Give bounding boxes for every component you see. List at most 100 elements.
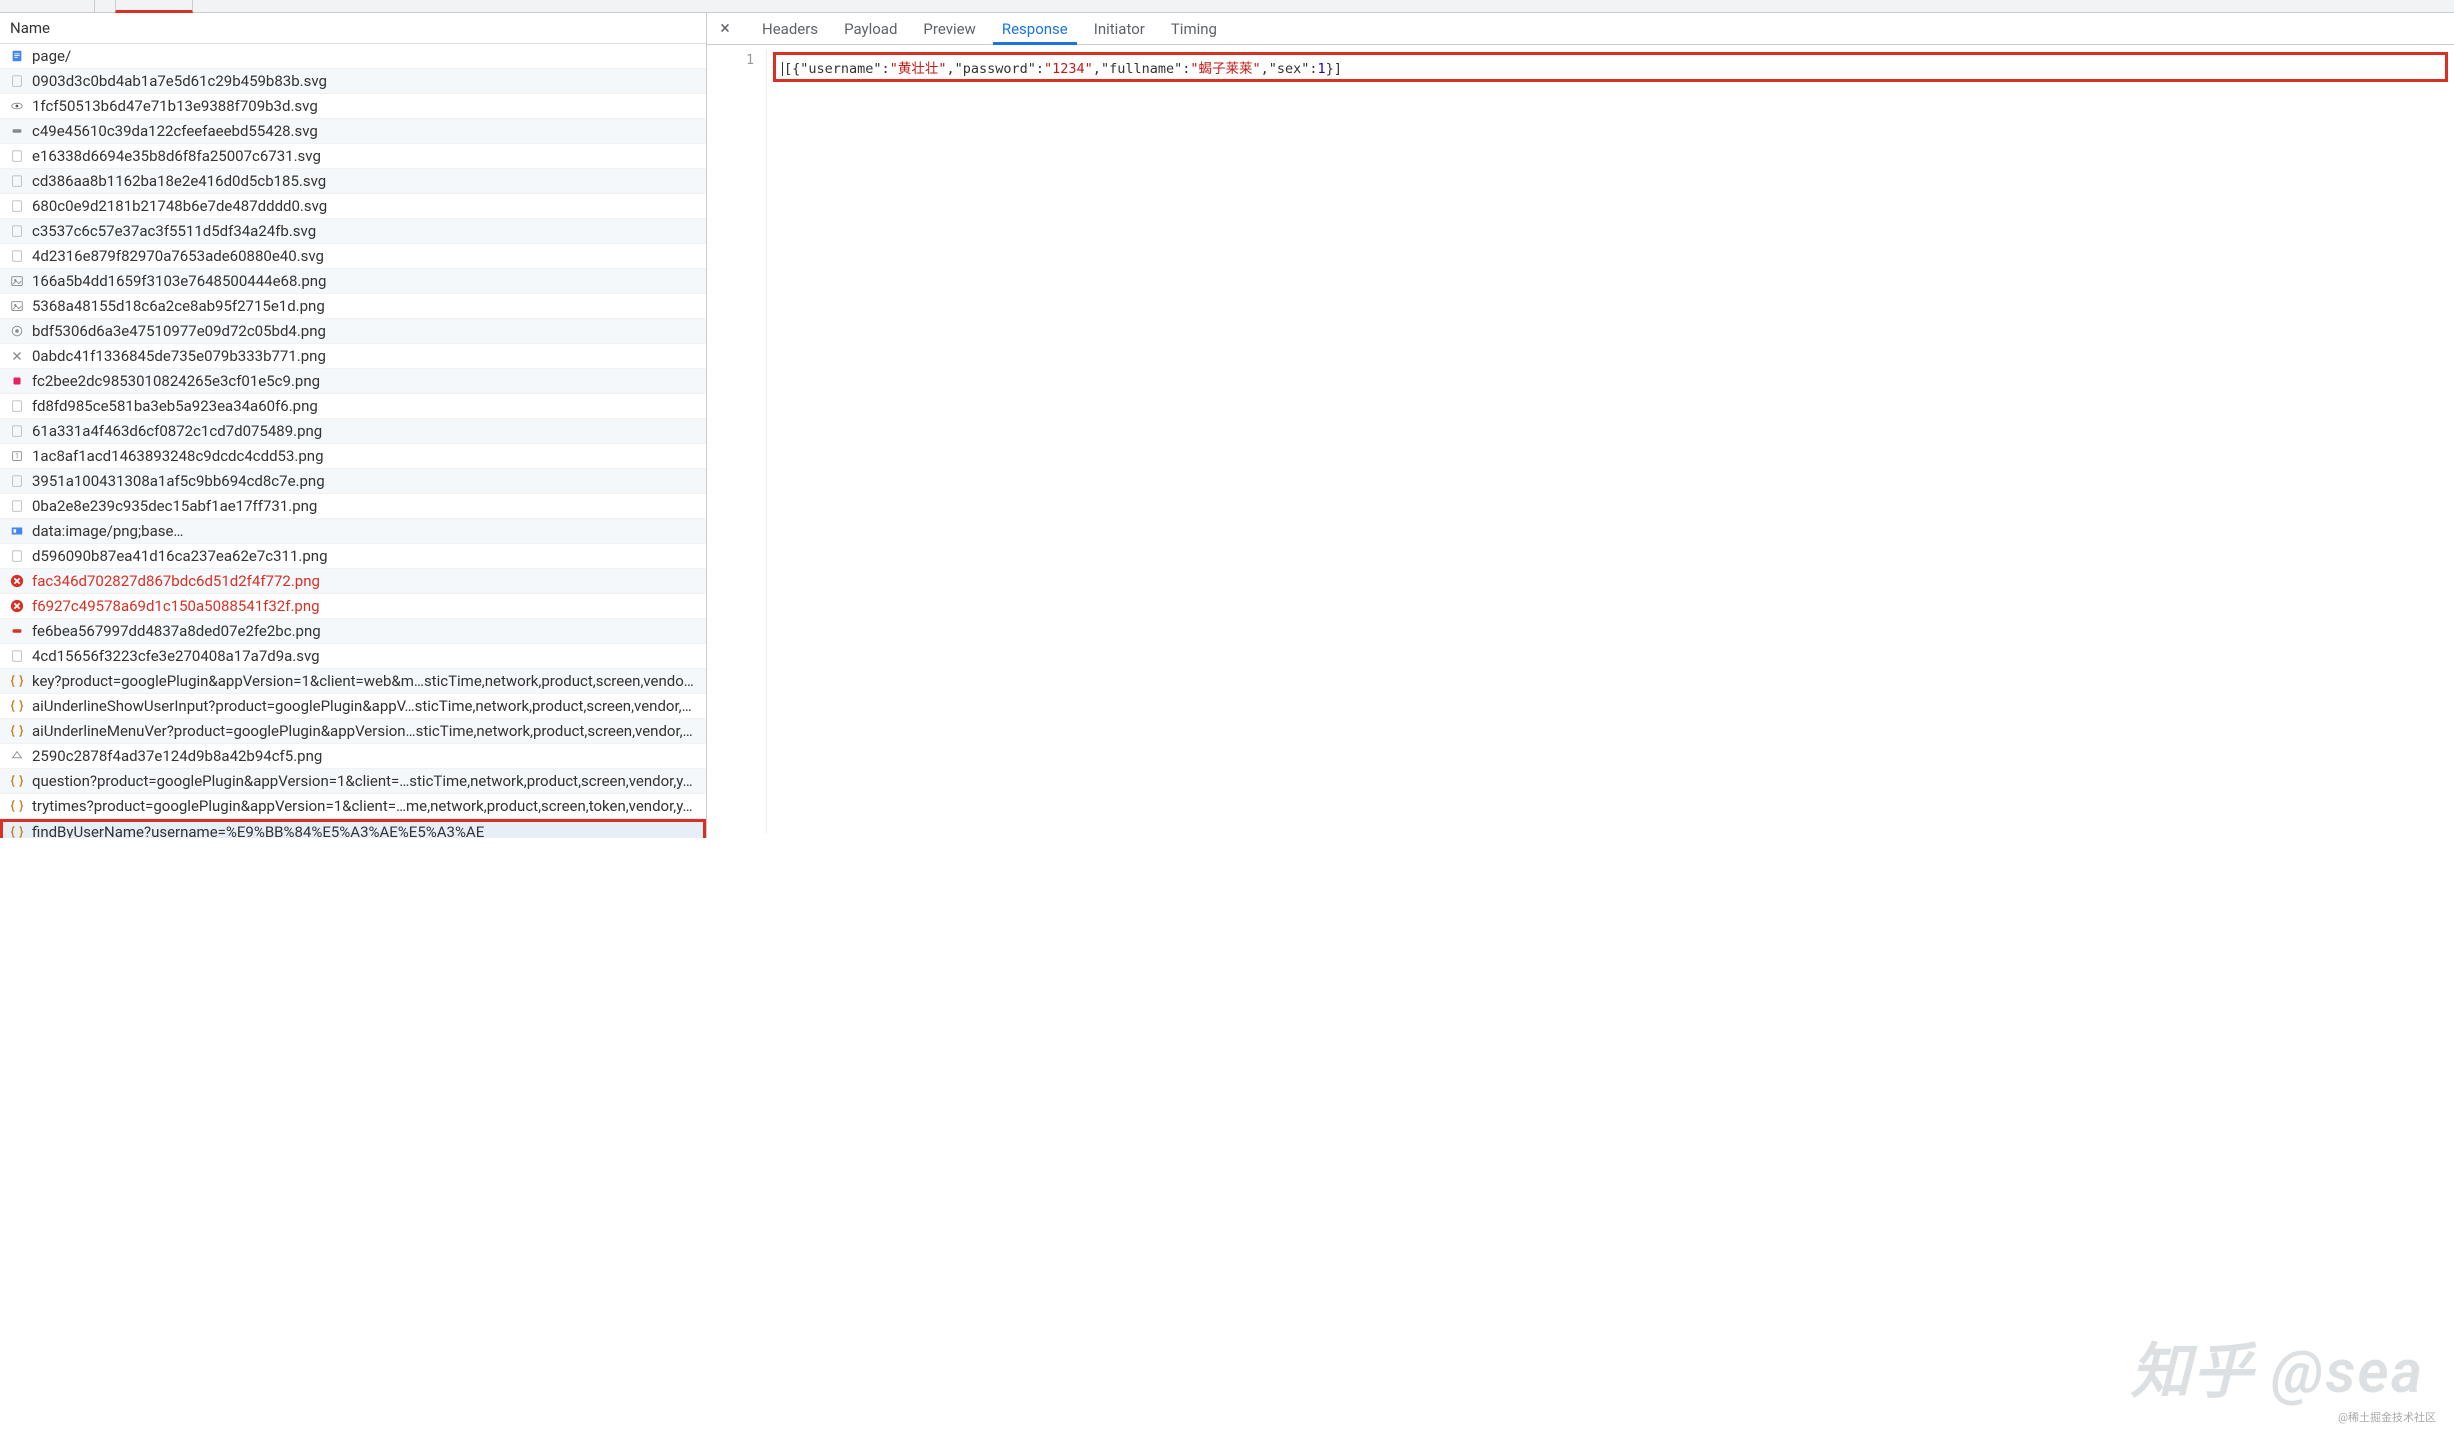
request-name: 2590c2878f4ad37e124d9b8a42b94cf5.png xyxy=(32,747,322,765)
request-row[interactable]: 0ba2e8e239c935dec15abf1ae17ff731.png xyxy=(0,494,706,519)
watermark: 知乎 @sea xyxy=(2131,1323,2424,1410)
request-row[interactable]: 680c0e9d2181b21748b6e7de487dddd0.svg xyxy=(0,194,706,219)
pink-icon xyxy=(10,374,24,388)
tab-marker xyxy=(0,0,95,13)
request-name: fac346d702827d867bdc6d51d2f4f772.png xyxy=(32,572,320,590)
request-row[interactable]: c3537c6c57e37ac3f5511d5df34a24fb.svg xyxy=(0,219,706,244)
column-header-name[interactable]: Name xyxy=(0,13,706,44)
request-row[interactable]: c49e45610c39da122cfeefaeebd55428.svg xyxy=(0,119,706,144)
request-row[interactable]: cd386aa8b1162ba18e2e416d0d5cb185.svg xyxy=(0,169,706,194)
generic-icon xyxy=(10,474,24,488)
request-row[interactable]: aiUnderlineMenuVer?product=googlePlugin&… xyxy=(0,719,706,744)
request-row[interactable]: page/ xyxy=(0,44,706,69)
request-row[interactable]: key?product=googlePlugin&appVersion=1&cl… xyxy=(0,669,706,694)
response-highlight-box: [{"username":"黄壮壮","password":"1234","fu… xyxy=(773,52,2448,82)
img-icon xyxy=(10,274,24,288)
target-icon xyxy=(10,324,24,338)
request-row[interactable]: 4cd15656f3223cfe3e270408a17a7d9a.svg xyxy=(0,644,706,669)
request-row[interactable]: bdf5306d6a3e47510977e09d72c05bd4.png xyxy=(0,319,706,344)
error-icon xyxy=(10,599,24,613)
detail-panel: × Headers Payload Preview Response Initi… xyxy=(707,13,2454,838)
close-icon[interactable]: × xyxy=(715,19,735,39)
request-row[interactable]: 61a331a4f463d6cf0872c1cd7d075489.png xyxy=(0,419,706,444)
request-name: 0abdc41f1336845de735e079b333b771.png xyxy=(32,347,326,365)
generic-icon xyxy=(10,499,24,513)
generic-icon xyxy=(10,224,24,238)
tab-initiator[interactable]: Initiator xyxy=(1081,14,1158,44)
tab-payload[interactable]: Payload xyxy=(831,14,910,44)
data-icon xyxy=(10,524,24,538)
line-number: 1 xyxy=(746,53,754,68)
json-icon xyxy=(10,724,24,738)
request-row[interactable]: 166a5b4dd1659f3103e7648500444e68.png xyxy=(0,269,706,294)
json-icon xyxy=(10,825,24,839)
generic-icon xyxy=(10,249,24,263)
request-name: cd386aa8b1162ba18e2e416d0d5cb185.svg xyxy=(32,172,326,190)
request-row[interactable]: 1fcf50513b6d47e71b13e9388f709b3d.svg xyxy=(0,94,706,119)
tab-timing[interactable]: Timing xyxy=(1158,14,1230,44)
response-content-wrap: [{"username":"黄壮壮","password":"1234","fu… xyxy=(767,49,2454,834)
request-name: c3537c6c57e37ac3f5511d5df34a24fb.svg xyxy=(32,222,316,240)
eye-icon xyxy=(10,99,24,113)
request-row[interactable]: 2590c2878f4ad37e124d9b8a42b94cf5.png xyxy=(0,744,706,769)
request-row[interactable]: 0903d3c0bd4ab1a7e5d61c29b459b83b.svg xyxy=(0,69,706,94)
response-json-content[interactable]: [{"username":"黄壮壮","password":"1234","fu… xyxy=(782,61,1342,77)
request-name: findByUserName?username=%E9%BB%84%E5%A3%… xyxy=(32,823,484,839)
request-name: f6927c49578a69d1c150a5088541f32f.png xyxy=(32,597,320,615)
red-icon xyxy=(10,624,24,638)
request-row[interactable]: 4d2316e879f82970a7653ade60880e40.svg xyxy=(0,244,706,269)
generic-icon xyxy=(10,399,24,413)
request-row[interactable]: 11ac8af1acd1463893248c9dcdc4cdd53.png xyxy=(0,444,706,469)
network-panel: Name page/0903d3c0bd4ab1a7e5d61c29b459b8… xyxy=(0,13,707,838)
request-name: data:image/png;base… xyxy=(32,522,183,540)
generic-icon xyxy=(10,174,24,188)
request-name: 0903d3c0bd4ab1a7e5d61c29b459b83b.svg xyxy=(32,72,327,90)
request-row[interactable]: e16338d6694e35b8d6f8fa25007c6731.svg xyxy=(0,144,706,169)
generic-icon xyxy=(10,424,24,438)
request-row[interactable]: data:image/png;base… xyxy=(0,519,706,544)
response-body: 1 [{"username":"黄壮壮","password":"1234","… xyxy=(707,45,2454,838)
generic-icon xyxy=(10,149,24,163)
request-row[interactable]: fe6bea567997dd4837a8ded07e2fe2bc.png xyxy=(0,619,706,644)
request-name: d596090b87ea41d16ca237ea62e7c311.png xyxy=(32,547,328,565)
request-list: page/0903d3c0bd4ab1a7e5d61c29b459b83b.sv… xyxy=(0,44,706,838)
request-row[interactable]: 5368a48155d18c6a2ce8ab95f2715e1d.png xyxy=(0,294,706,319)
generic-icon xyxy=(10,649,24,663)
request-row[interactable]: fd8fd985ce581ba3eb5a923ea34a60f6.png xyxy=(0,394,706,419)
request-row[interactable]: d596090b87ea41d16ca237ea62e7c311.png xyxy=(0,544,706,569)
request-row[interactable]: question?product=googlePlugin&appVersion… xyxy=(0,769,706,794)
doc-icon xyxy=(10,49,24,63)
error-icon xyxy=(10,574,24,588)
devtools-container: Name page/0903d3c0bd4ab1a7e5d61c29b459b8… xyxy=(0,0,2454,838)
tab-response[interactable]: Response xyxy=(989,14,1081,44)
request-name: aiUnderlineMenuVer?product=googlePlugin&… xyxy=(32,722,693,740)
tab-headers[interactable]: Headers xyxy=(749,14,831,44)
request-name: 4d2316e879f82970a7653ade60880e40.svg xyxy=(32,247,324,265)
request-row[interactable]: f6927c49578a69d1c150a5088541f32f.png xyxy=(0,594,706,619)
request-row[interactable]: 3951a100431308a1af5c9bb694cd8c7e.png xyxy=(0,469,706,494)
request-row[interactable]: fc2bee2dc9853010824265e3cf01e5c9.png xyxy=(0,369,706,394)
request-name: fd8fd985ce581ba3eb5a923ea34a60f6.png xyxy=(32,397,318,415)
request-row[interactable]: 0abdc41f1336845de735e079b333b771.png xyxy=(0,344,706,369)
request-name: 61a331a4f463d6cf0872c1cd7d075489.png xyxy=(32,422,322,440)
json-icon xyxy=(10,774,24,788)
request-row[interactable]: aiUnderlineShowUserInput?product=googleP… xyxy=(0,694,706,719)
request-name: page/ xyxy=(32,47,71,65)
request-row-selected[interactable]: findByUserName?username=%E9%BB%84%E5%A3%… xyxy=(0,819,706,838)
bar-icon xyxy=(10,124,24,138)
generic-icon xyxy=(10,549,24,563)
json-icon xyxy=(10,699,24,713)
request-name: question?product=googlePlugin&appVersion… xyxy=(32,772,693,790)
request-name: key?product=googlePlugin&appVersion=1&cl… xyxy=(32,672,694,690)
close-icon xyxy=(10,349,24,363)
top-tab-strip xyxy=(0,0,2454,13)
request-row[interactable]: trytimes?product=googlePlugin&appVersion… xyxy=(0,794,706,819)
request-name: 4cd15656f3223cfe3e270408a17a7d9a.svg xyxy=(32,647,320,665)
detail-tabs: × Headers Payload Preview Response Initi… xyxy=(707,13,2454,45)
request-name: fe6bea567997dd4837a8ded07e2fe2bc.png xyxy=(32,622,321,640)
request-name: 1fcf50513b6d47e71b13e9388f709b3d.svg xyxy=(32,97,318,115)
tab-preview[interactable]: Preview xyxy=(910,14,988,44)
watermark-small: @稀土掘金技术社区 xyxy=(2338,1409,2436,1425)
request-row[interactable]: fac346d702827d867bdc6d51d2f4f772.png xyxy=(0,569,706,594)
request-name: 3951a100431308a1af5c9bb694cd8c7e.png xyxy=(32,472,325,490)
